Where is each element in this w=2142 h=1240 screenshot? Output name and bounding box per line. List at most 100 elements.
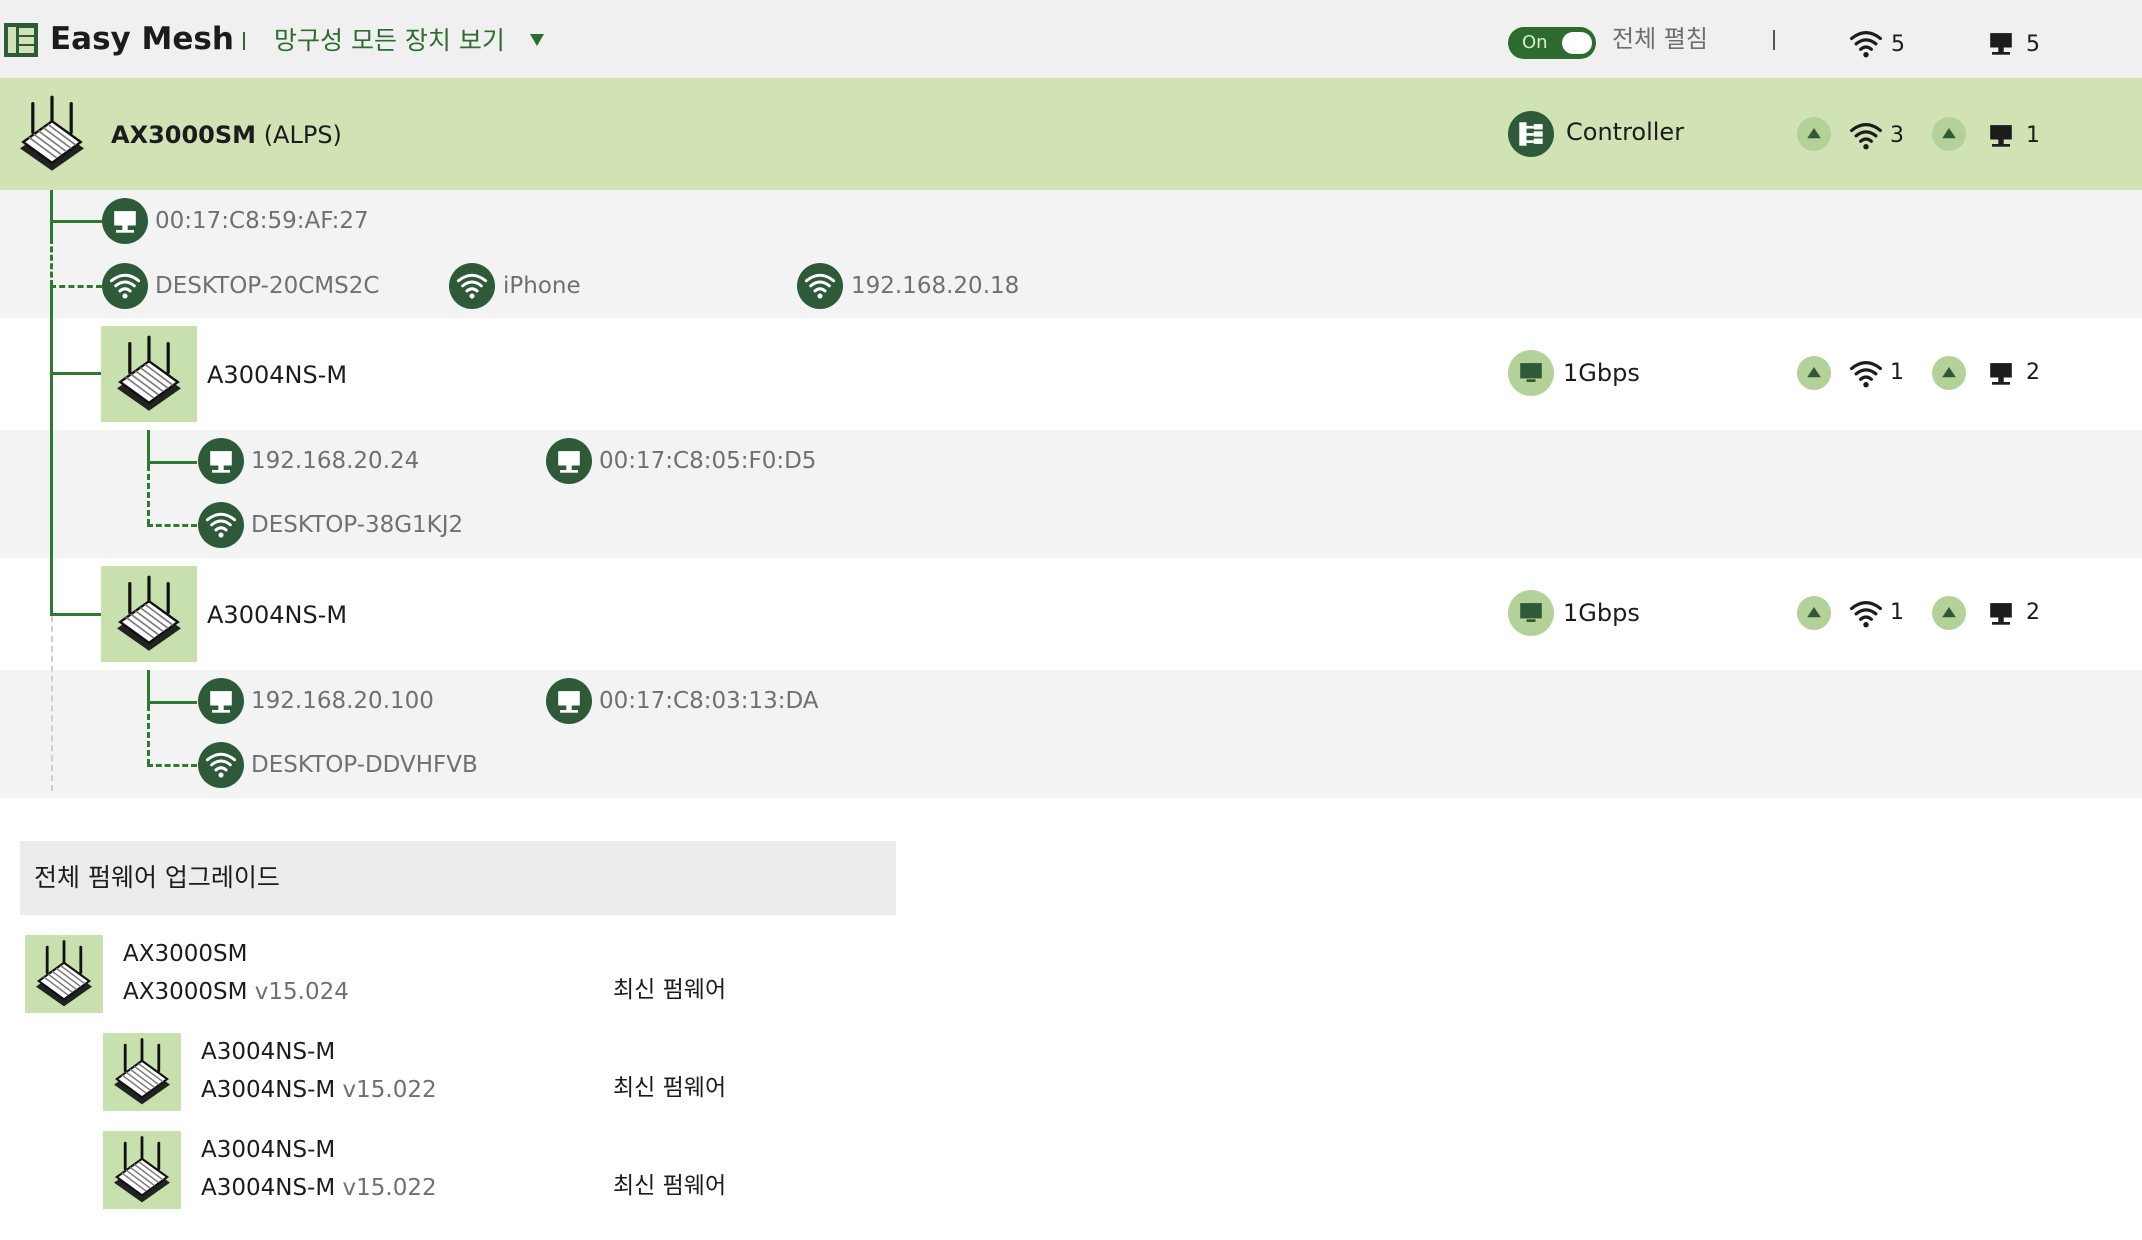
firmware-current: A3004NS-M v15.022 [201,1172,437,1204]
expand-all-toggle[interactable]: On [1508,27,1596,59]
firmware-model-name: A3004NS-M [201,1077,336,1103]
firmware-router-tile [25,935,103,1013]
wifi-client-icon [198,742,244,788]
firmware-status: 최신 펌웨어 [613,1075,727,1101]
triangle-up-icon [1797,117,1831,151]
client-label[interactable]: 00:17:C8:03:13:DA [599,685,819,717]
agent-link-speed: 1Gbps [1563,359,1640,387]
controller-wired-count: 1 [2026,123,2040,148]
monitor-icon [1513,355,1549,391]
tree-branch-wireless [50,285,102,288]
wifi-icon [1848,355,1884,391]
router-icon [112,1038,172,1106]
agent-name[interactable]: A3004NS-M [207,599,347,631]
firmware-model: AX3000SM [123,941,248,967]
tree-branch-agent-2 [50,613,102,616]
client-label[interactable]: DESKTOP-20CMS2C [155,270,379,302]
wired-expand-button[interactable] [1932,117,1966,151]
wifi-expand-button[interactable] [1797,356,1831,390]
tree-branch-wireless [147,764,197,767]
client-label[interactable]: 192.168.20.24 [251,445,419,477]
firmware-model: A3004NS-M [201,1137,336,1163]
firmware-status: 최신 펌웨어 [613,977,727,1003]
wifi-icon [1848,25,1884,61]
wifi-client-icon [102,263,148,309]
easy-mesh-logo-icon [4,23,38,57]
network-tree-icon [1513,116,1549,152]
client-label[interactable]: iPhone [503,270,581,302]
wired-client-icon [546,678,592,724]
client-label[interactable]: 192.168.20.100 [251,685,434,717]
wired-client-icon [102,198,148,244]
wifi-expand-button[interactable] [1797,596,1831,630]
client-label[interactable]: DESKTOP-38G1KJ2 [251,509,463,541]
firmware-upgrade-title: 전체 펌웨어 업그레이드 [34,863,280,892]
header-divider [243,32,245,50]
agent-wifi-count: 1 [1890,360,1904,385]
link-speed-badge [1508,350,1554,396]
view-selector[interactable]: 망구성 모든 장치 보기 [274,23,505,59]
total-wired-count: 5 [2026,32,2040,57]
router-icon [115,575,183,653]
router-icon [18,95,86,173]
firmware-model-name: A3004NS-M [201,1175,336,1201]
tree-branch-wired [50,220,102,223]
firmware-upgrade-header[interactable]: 전체 펌웨어 업그레이드 [20,841,896,915]
agent-wired-count: 2 [2026,360,2040,385]
firmware-model-name: AX3000SM [123,979,248,1005]
firmware-router-tile [103,1131,181,1209]
link-speed-badge [1508,590,1554,636]
firmware-version: v15.022 [342,1077,437,1103]
agent-name[interactable]: A3004NS-M [207,359,347,391]
triangle-up-icon [1932,117,1966,151]
firmware-version: v15.022 [342,1175,437,1201]
monitor-icon [1513,595,1549,631]
wired-expand-button[interactable] [1932,356,1966,390]
router-icon [112,1136,172,1204]
router-icon [115,335,183,413]
wired-client-icon [1983,595,2019,631]
tree-line [50,190,53,238]
firmware-version: v15.024 [254,979,349,1005]
controller-role-badge [1508,111,1554,157]
tree-line-wireless [147,465,150,525]
client-label[interactable]: 192.168.20.18 [851,270,1019,302]
tree-line [147,670,150,705]
wired-client-icon [1983,355,2019,391]
agent-wired-count: 2 [2026,600,2040,625]
wired-expand-button[interactable] [1932,596,1966,630]
wired-client-icon [1983,25,2019,61]
tree-branch-wired [147,461,197,464]
tree-trunk [50,286,53,616]
wifi-client-icon [797,263,843,309]
wifi-client-icon [449,263,495,309]
tree-branch-wireless [147,524,197,527]
chevron-down-icon[interactable] [530,34,544,46]
app-title: Easy Mesh [50,21,234,57]
client-label[interactable]: 00:17:C8:59:AF:27 [155,205,369,237]
expand-all-label: 전체 펼침 [1612,25,1708,53]
wifi-expand-button[interactable] [1797,117,1831,151]
router-icon [34,940,94,1008]
controller-wifi-count: 3 [1890,123,1904,148]
header-bar: Easy Mesh 망구성 모든 장치 보기 On 전체 펼침 5 5 [0,0,2142,78]
triangle-up-icon [1797,356,1831,390]
tree-trunk-end [51,616,53,791]
triangle-up-icon [1932,356,1966,390]
tree-line-wireless [50,238,53,286]
controller-name[interactable]: AX3000SM (ALPS) [111,119,342,151]
tree-branch-wired [147,701,197,704]
client-label[interactable]: DESKTOP-DDVHFVB [251,749,478,781]
wired-client-icon [198,678,244,724]
firmware-status: 최신 펌웨어 [613,1173,727,1199]
tree-line-wireless [147,705,150,765]
wifi-client-icon [198,502,244,548]
firmware-current: A3004NS-M v15.022 [201,1074,437,1106]
toggle-label: On [1522,32,1548,53]
firmware-current: AX3000SM v15.024 [123,976,349,1008]
agent-wifi-count: 1 [1890,600,1904,625]
controller-location: (ALPS) [263,121,342,149]
wifi-icon [1848,117,1884,153]
wifi-icon [1848,595,1884,631]
client-label[interactable]: 00:17:C8:05:F0:D5 [599,445,816,477]
